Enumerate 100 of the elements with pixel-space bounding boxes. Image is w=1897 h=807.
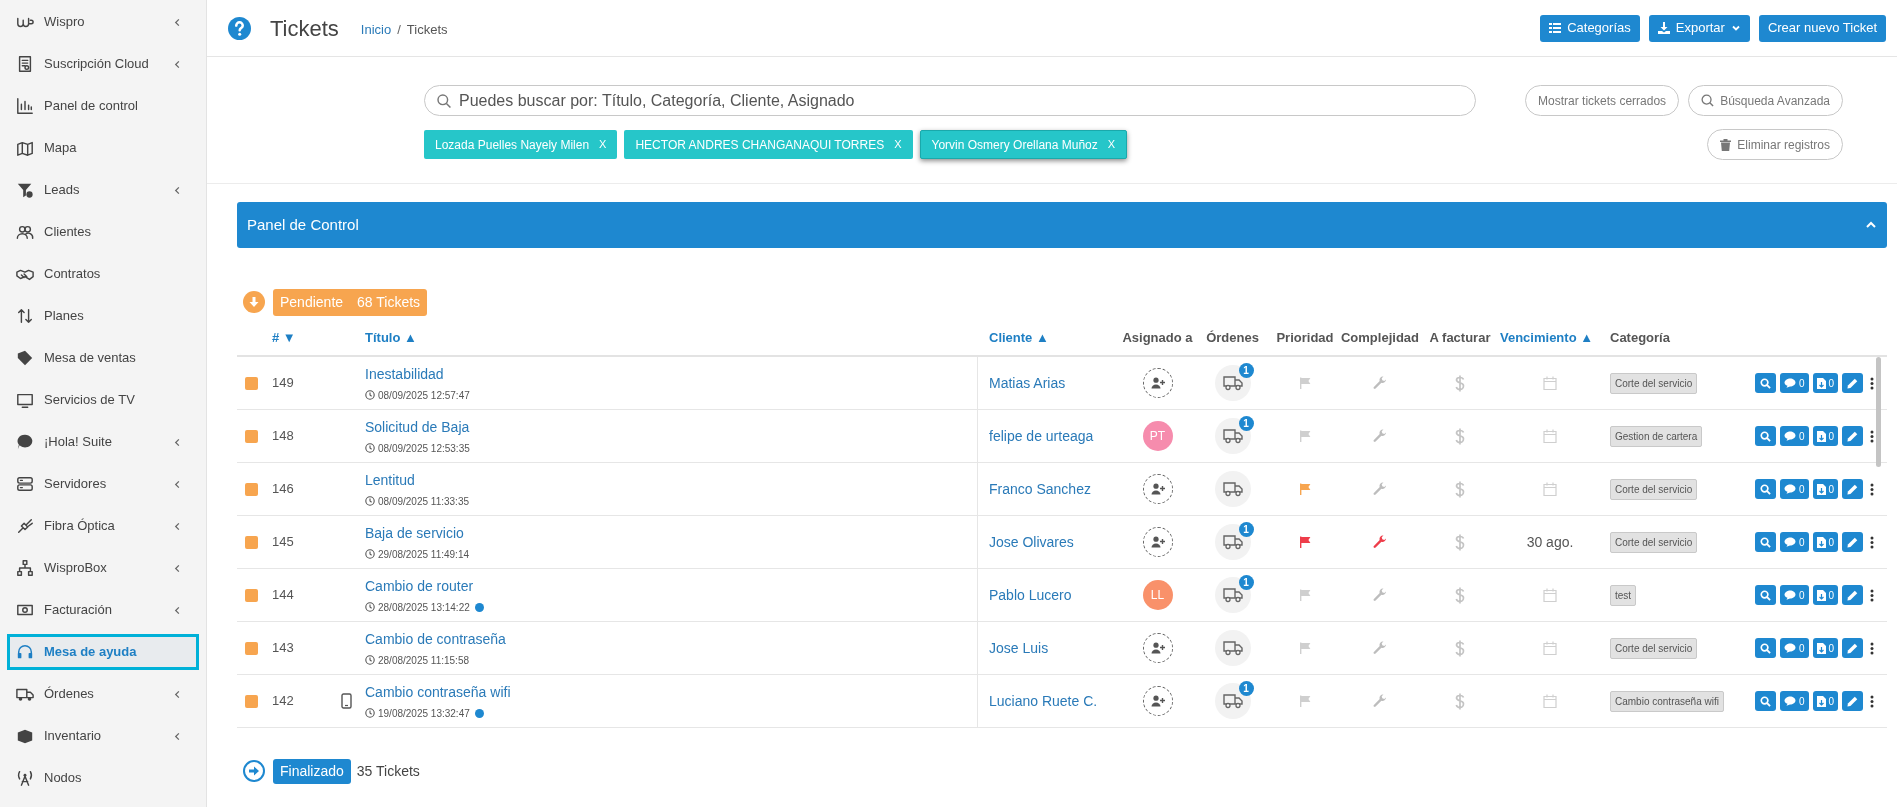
- collapse-icon[interactable]: [243, 291, 265, 313]
- avatar: LL: [1142, 580, 1173, 610]
- orders-button[interactable]: 1: [1214, 524, 1251, 560]
- orders-button[interactable]: [1214, 630, 1251, 666]
- edit-button[interactable]: [1842, 638, 1864, 658]
- edit-button[interactable]: [1842, 585, 1864, 605]
- edit-button[interactable]: [1842, 479, 1864, 499]
- sidebar-item[interactable]: ¡Hola! Suite: [7, 421, 199, 463]
- comments-button[interactable]: 0: [1780, 479, 1809, 499]
- add-person-icon: [1150, 483, 1165, 495]
- sidebar-item[interactable]: Planes: [7, 295, 199, 337]
- sidebar-item[interactable]: Inventario: [7, 715, 199, 757]
- sidebar-item[interactable]: Mesa de ventas: [7, 337, 199, 379]
- calendar-icon: [1543, 588, 1557, 602]
- ticket-number: 142: [272, 693, 294, 709]
- view-button[interactable]: [1755, 638, 1776, 658]
- ticket-date: 28/08/2025 11:15:58: [378, 653, 469, 668]
- scrollbar[interactable]: [1876, 357, 1881, 467]
- sortable-column-header[interactable]: Vencimiento ▲: [1500, 329, 1594, 345]
- ticket-title-link[interactable]: Lentitud: [365, 469, 415, 491]
- status-badge[interactable]: Finalizado: [273, 758, 351, 784]
- ticket-title-link[interactable]: Cambio contraseña wifi: [365, 681, 511, 703]
- ticket-title-link[interactable]: Solicitud de Baja: [365, 416, 470, 438]
- search-icon: [1760, 589, 1771, 601]
- category-tag: Corte del servicio: [1610, 531, 1698, 553]
- orders-button[interactable]: 1: [1214, 418, 1251, 454]
- files-button[interactable]: 0: [1812, 638, 1839, 658]
- comments-button[interactable]: 0: [1780, 532, 1809, 552]
- comments-button[interactable]: 0: [1780, 691, 1809, 711]
- sidebar-item[interactable]: WisproBox: [7, 547, 199, 589]
- expand-icon[interactable]: [243, 760, 265, 782]
- comments-button[interactable]: 0: [1780, 638, 1809, 658]
- view-button[interactable]: [1755, 479, 1776, 499]
- truck-icon: [1222, 428, 1243, 444]
- pencil-icon: [1847, 430, 1859, 442]
- comments-button[interactable]: 0: [1780, 373, 1809, 393]
- search-icon: [1760, 536, 1771, 548]
- client-link[interactable]: Jose Luis: [989, 637, 1049, 659]
- files-button[interactable]: 0: [1812, 479, 1839, 499]
- files-button[interactable]: 0: [1812, 426, 1839, 446]
- sidebar-item[interactable]: Leads: [7, 169, 199, 211]
- sidebar-item[interactable]: Mesa de ayuda: [7, 634, 199, 670]
- orders-button[interactable]: 1: [1214, 683, 1251, 719]
- export-button[interactable]: Exportar: [1648, 14, 1750, 42]
- view-button[interactable]: [1755, 585, 1776, 605]
- create-button[interactable]: Crear nuevo Ticket: [1758, 14, 1886, 42]
- sidebar-item[interactable]: Wispro: [7, 1, 199, 43]
- orders-button[interactable]: 1: [1214, 577, 1251, 613]
- ticket-title-link[interactable]: Cambio de contraseña: [365, 628, 506, 650]
- edit-button[interactable]: [1842, 426, 1864, 446]
- dollar-icon: [1455, 374, 1465, 392]
- sidebar-item[interactable]: Contratos: [7, 253, 199, 295]
- files-button[interactable]: 0: [1812, 532, 1839, 552]
- panel-header[interactable]: Panel de Control: [237, 202, 1887, 248]
- view-button[interactable]: [1755, 532, 1776, 552]
- edit-button[interactable]: [1842, 691, 1864, 711]
- sidebar-item[interactable]: Mapa: [7, 127, 199, 169]
- comments-button[interactable]: 0: [1780, 585, 1809, 605]
- search-field[interactable]: Puedes buscar por: Título, Categoría, Cliente, Asignado: [424, 85, 1476, 116]
- files-button[interactable]: 0: [1812, 585, 1839, 605]
- view-button[interactable]: [1755, 373, 1776, 393]
- column-header: Prioridad: [1276, 328, 1334, 347]
- sidebar-item[interactable]: Panel de control: [7, 85, 199, 127]
- sidebar-item[interactable]: Servicios de TV: [7, 379, 199, 421]
- client-link[interactable]: felipe de urteaga: [989, 425, 1094, 447]
- client-link[interactable]: Jose Olivares: [989, 531, 1074, 553]
- sortable-column-header[interactable]: Cliente ▲: [989, 329, 1049, 345]
- client-link[interactable]: Luciano Ruete C.: [989, 690, 1098, 712]
- ticket-title-link[interactable]: Inestabilidad: [365, 363, 444, 385]
- sidebar-item[interactable]: Clientes: [7, 211, 199, 253]
- files-button[interactable]: 0: [1812, 373, 1839, 393]
- chat-bubble-icon: [16, 433, 34, 451]
- sidebar-item[interactable]: Suscripción Cloud: [7, 43, 199, 85]
- clock-icon: [365, 496, 375, 506]
- view-button[interactable]: [1755, 691, 1776, 711]
- comments-button[interactable]: 0: [1780, 426, 1809, 446]
- files-button[interactable]: 0: [1812, 691, 1839, 711]
- sidebar-item[interactable]: Facturación: [7, 589, 199, 631]
- count-badge: 1: [1238, 681, 1254, 696]
- orders-button[interactable]: [1214, 471, 1251, 507]
- sidebar-item[interactable]: Órdenes: [7, 673, 199, 715]
- sortable-column-header[interactable]: Título ▲: [365, 329, 417, 345]
- breadcrumb-link[interactable]: Inicio: [360, 19, 392, 40]
- edit-button[interactable]: [1842, 373, 1864, 393]
- categories-button[interactable]: Categorías: [1540, 14, 1640, 42]
- monitor-icon: [16, 391, 34, 409]
- sidebar-item[interactable]: Nodos: [7, 757, 199, 799]
- ticket-title-link[interactable]: Baja de servicio: [365, 522, 464, 544]
- count-badge: 1: [1238, 522, 1254, 537]
- client-link[interactable]: Franco Sanchez: [989, 478, 1091, 500]
- funnel-icon: [16, 181, 34, 199]
- client-link[interactable]: Matias Arias: [989, 372, 1066, 394]
- sidebar-item[interactable]: Servidores: [7, 463, 199, 505]
- client-link[interactable]: Pablo Lucero: [989, 584, 1072, 606]
- view-button[interactable]: [1755, 426, 1776, 446]
- sortable-column-header[interactable]: # ▼: [272, 329, 296, 345]
- sidebar-item[interactable]: Fibra Óptica: [7, 505, 199, 547]
- edit-button[interactable]: [1842, 532, 1864, 552]
- ticket-title-link[interactable]: Cambio de router: [365, 575, 474, 597]
- orders-button[interactable]: 1: [1214, 365, 1251, 401]
